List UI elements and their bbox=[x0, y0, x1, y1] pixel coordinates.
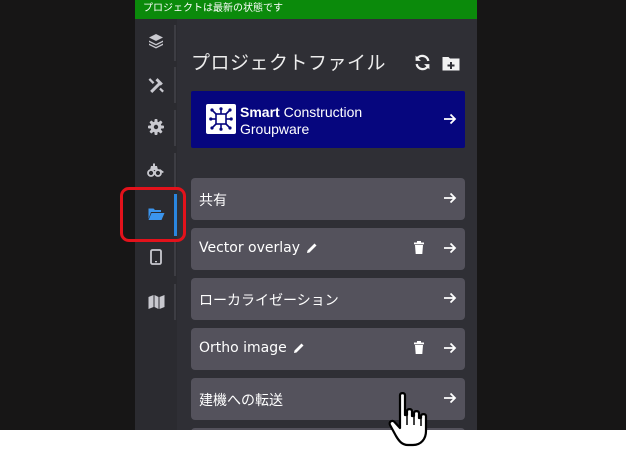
banner-title-rest: Construction bbox=[283, 104, 363, 120]
rail-divider bbox=[174, 25, 176, 61]
pencil-icon[interactable] bbox=[293, 342, 305, 354]
banner-title: Smart Construction bbox=[240, 104, 362, 120]
file-row-vector-overlay[interactable]: Vector overlay bbox=[191, 228, 465, 270]
arrow-right-icon[interactable] bbox=[443, 391, 457, 405]
arrow-right-icon[interactable] bbox=[443, 291, 457, 305]
rail-item-machine[interactable] bbox=[135, 155, 177, 185]
rail-divider bbox=[174, 284, 176, 320]
panel-title: プロジェクトファイル bbox=[191, 52, 387, 74]
rail-item-tools[interactable] bbox=[135, 69, 177, 99]
groupware-logo bbox=[206, 104, 236, 134]
status-bar: プロジェクトは最新の状態です bbox=[135, 0, 477, 19]
file-row-label: ローカライゼーション bbox=[199, 290, 339, 310]
file-row-label: 建機への転送 bbox=[199, 390, 283, 410]
rail-item-map[interactable] bbox=[135, 286, 177, 316]
sync-button[interactable] bbox=[412, 52, 432, 72]
sync-icon bbox=[415, 54, 429, 70]
file-name: Ortho image bbox=[199, 340, 287, 356]
arrow-right-icon bbox=[444, 113, 457, 125]
arrow-right-icon[interactable] bbox=[443, 241, 457, 255]
file-name: ローカライゼーション bbox=[199, 293, 339, 309]
file-row-label: Ortho image bbox=[199, 340, 305, 356]
groupware-banner[interactable]: Smart Construction Groupware bbox=[191, 91, 465, 148]
rail-item-settings[interactable] bbox=[135, 112, 177, 142]
rail-divider bbox=[174, 67, 176, 103]
layers-icon bbox=[149, 34, 163, 49]
highlight-annotation bbox=[120, 187, 186, 242]
file-name: 共有 bbox=[199, 193, 227, 209]
folder-plus-icon bbox=[442, 56, 460, 70]
add-folder-button[interactable] bbox=[441, 53, 461, 73]
rail-item-device[interactable] bbox=[135, 242, 177, 272]
arrow-right-icon[interactable] bbox=[443, 341, 457, 355]
arrow-right-icon[interactable] bbox=[443, 191, 457, 205]
tablet-icon bbox=[150, 249, 162, 265]
tools-icon bbox=[148, 77, 164, 93]
app-window: プロジェクトは最新の状態です プロジェクトファイル Smart Construc… bbox=[0, 0, 626, 430]
banner-subtitle: Groupware bbox=[240, 121, 310, 137]
groupware-logo-icon bbox=[209, 107, 233, 131]
banner-title-bold: Smart bbox=[240, 104, 280, 120]
file-row-label: Vector overlay bbox=[199, 240, 318, 256]
file-row-localization[interactable]: ローカライゼーション bbox=[191, 278, 465, 320]
file-row-label: 共有 bbox=[199, 190, 227, 210]
gear-icon bbox=[148, 119, 164, 135]
file-row-ortho-image[interactable]: Ortho image bbox=[191, 328, 465, 370]
rail-divider bbox=[174, 110, 176, 146]
rail-divider bbox=[174, 240, 176, 276]
trash-icon[interactable] bbox=[413, 241, 425, 254]
map-icon bbox=[148, 294, 164, 309]
pointer-hand-icon bbox=[388, 392, 428, 447]
pencil-icon[interactable] bbox=[306, 242, 318, 254]
excavator-icon bbox=[147, 163, 164, 177]
rail-item-layers[interactable] bbox=[135, 26, 177, 56]
file-row-shared[interactable]: 共有 bbox=[191, 178, 465, 220]
file-name: 建機への転送 bbox=[199, 393, 283, 409]
file-name: Vector overlay bbox=[199, 240, 301, 256]
rail-divider bbox=[174, 153, 176, 189]
trash-icon[interactable] bbox=[413, 341, 425, 354]
